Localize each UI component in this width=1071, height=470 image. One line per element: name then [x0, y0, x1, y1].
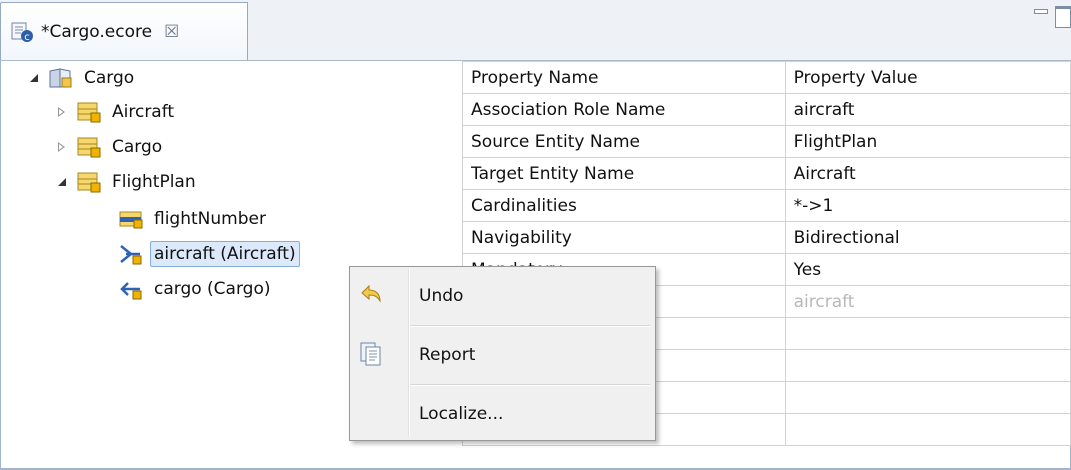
tree-node-aircraft-association[interactable]: aircraft (Aircraft) [110, 237, 300, 271]
undo-icon [361, 284, 381, 303]
association-icon [120, 245, 142, 265]
property-value-cell[interactable] [784, 349, 1071, 382]
property-value-cell[interactable]: Bidirectional [784, 221, 1071, 254]
tree-node-label: FlightPlan [112, 172, 196, 192]
tree-node-label: Cargo [112, 137, 163, 157]
property-value-cell[interactable]: Aircraft [784, 157, 1071, 190]
ecore-file-icon: c [11, 22, 33, 43]
tab-cargo-ecore[interactable]: c *Cargo.ecore ☒ [0, 2, 248, 60]
tree-node-cargo[interactable]: Cargo [56, 130, 166, 164]
report-icon [360, 342, 381, 366]
property-value-cell[interactable]: Yes [784, 253, 1071, 286]
association-icon [120, 282, 142, 300]
property-value-cell[interactable] [784, 381, 1071, 414]
collapsed-toggle-icon[interactable] [56, 141, 68, 153]
tree-node-label: flightNumber [154, 209, 266, 229]
maximize-icon[interactable] [1055, 6, 1071, 28]
column-header-property-value[interactable]: Property Value [784, 61, 1071, 94]
table-row[interactable]: Cardinalities *->1 [462, 189, 1071, 222]
menu-item-undo[interactable]: Undo [352, 269, 651, 323]
menu-separator [410, 325, 650, 327]
property-value-cell[interactable]: *->1 [784, 189, 1071, 222]
tree-node-root[interactable]: Cargo [28, 61, 138, 95]
property-value-cell[interactable]: aircraft [784, 93, 1071, 126]
property-value-cell[interactable]: aircraft [784, 285, 1071, 318]
editor-tab-bar: c *Cargo.ecore ☒ [0, 0, 1071, 61]
table-row[interactable]: Target Entity Name Aircraft [462, 157, 1071, 190]
tree-node-label: Aircraft [112, 102, 175, 122]
menu-item-label: Undo [419, 286, 464, 306]
menu-item-label: Localize... [419, 404, 504, 424]
expand-toggle-icon[interactable] [56, 176, 68, 188]
menu-item-report[interactable]: Report [352, 328, 651, 382]
collapsed-toggle-icon[interactable] [56, 106, 68, 118]
table-row[interactable]: Association Role Name aircraft [462, 93, 1071, 126]
expand-toggle-icon[interactable] [28, 72, 40, 84]
tree-node-flightplan[interactable]: FlightPlan [56, 165, 200, 199]
entity-icon [77, 102, 101, 123]
entity-icon [77, 172, 101, 193]
tree-node-cargo-association[interactable]: cargo (Cargo) [110, 272, 275, 306]
table-row[interactable]: Source Entity Name FlightPlan [462, 125, 1071, 158]
tree-node-label: cargo (Cargo) [154, 279, 271, 299]
tree-node-aircraft[interactable]: Aircraft [56, 95, 178, 129]
menu-item-label: Report [419, 345, 476, 365]
tree-node-flightnumber[interactable]: flightNumber [110, 202, 270, 236]
close-tab-icon[interactable]: ☒ [164, 22, 179, 42]
property-name-cell: Source Entity Name [462, 125, 786, 158]
package-icon [49, 68, 72, 88]
property-value-cell[interactable]: FlightPlan [784, 125, 1071, 158]
property-name-cell: Target Entity Name [462, 157, 786, 190]
tree-node-label: aircraft (Aircraft) [150, 241, 300, 267]
minimize-icon[interactable] [1033, 6, 1048, 16]
svg-text:c: c [24, 32, 30, 43]
tree-node-label: Cargo [84, 68, 135, 88]
menu-item-localize[interactable]: Localize... [352, 387, 651, 441]
table-row[interactable]: Navigability Bidirectional [462, 221, 1071, 254]
entity-icon [77, 137, 101, 158]
view-controls [1033, 6, 1071, 28]
property-value-cell[interactable] [784, 413, 1071, 446]
property-name-cell: Navigability [462, 221, 786, 254]
property-value-cell[interactable] [784, 317, 1071, 350]
property-table-header: Property Name Property Value [462, 61, 1071, 94]
context-menu: Undo Report Localize... [349, 266, 656, 441]
column-header-property-name[interactable]: Property Name [462, 61, 786, 94]
menu-separator [410, 384, 650, 386]
attribute-icon [119, 211, 143, 229]
property-name-cell: Cardinalities [462, 189, 786, 222]
property-name-cell: Association Role Name [462, 93, 786, 126]
tab-title: *Cargo.ecore [41, 21, 153, 42]
